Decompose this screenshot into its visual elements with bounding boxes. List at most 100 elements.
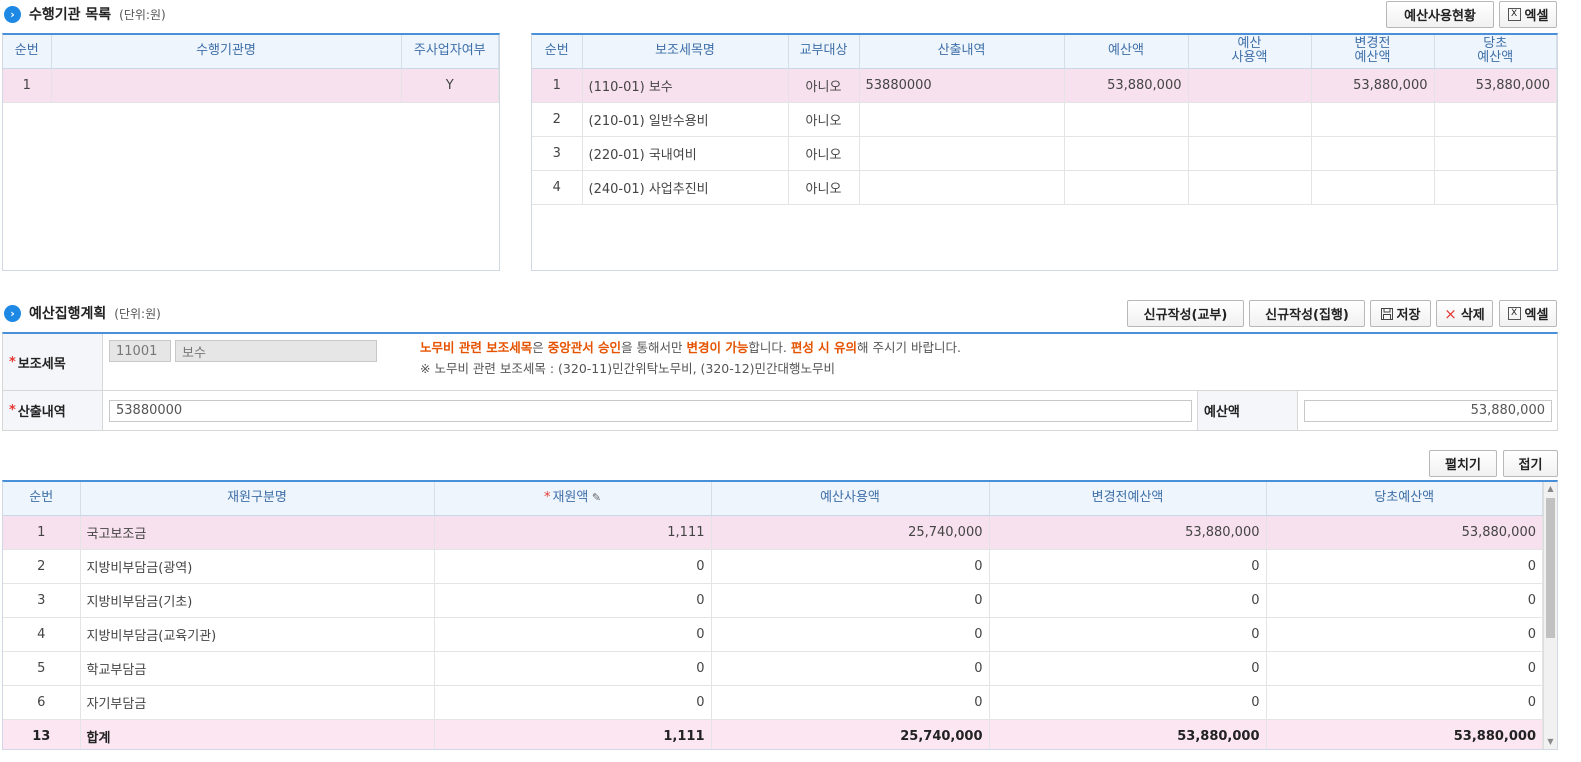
cell-budget-used[interactable]: 0 (711, 651, 990, 686)
col-header-org-name[interactable]: 수행기관명 (51, 35, 402, 69)
cell-orig-budget[interactable]: 53,880,000 (1266, 719, 1543, 749)
cell-budget-used[interactable]: 0 (711, 685, 990, 720)
cell-fund-amount[interactable]: 0 (434, 549, 712, 584)
col-header-orig-budget[interactable]: 당초예산액 (1266, 482, 1543, 516)
cell-fund-type[interactable]: 국고보조금 (80, 515, 435, 550)
cell-calc[interactable] (859, 170, 1065, 205)
cell-orig-budget[interactable]: 0 (1266, 685, 1543, 720)
col-header-orig[interactable]: 당초 예산액 (1434, 35, 1557, 69)
cell-no[interactable]: 4 (3, 617, 81, 652)
cell-main-contractor[interactable]: Y (401, 68, 499, 103)
scroll-down-icon[interactable]: ▼ (1544, 735, 1557, 749)
cell-no[interactable]: 1 (532, 68, 583, 103)
col-header-no[interactable]: 순번 (532, 35, 583, 69)
cell-calc[interactable] (859, 136, 1065, 171)
cell-fund-amount[interactable]: 1,111 (434, 515, 712, 550)
col-header-fund-amount[interactable]: * 재원액 ✎ (434, 482, 712, 516)
cell-before-budget[interactable]: 0 (989, 651, 1267, 686)
collapse-button[interactable]: 접기 (1503, 450, 1558, 477)
scroll-up-icon[interactable]: ▲ (1544, 482, 1557, 496)
col-header-used[interactable]: 예산 사용액 (1188, 35, 1312, 69)
cell-fund-amount[interactable]: 0 (434, 651, 712, 686)
cell-fund-amount[interactable]: 1,111 (434, 719, 712, 749)
cell-sub-item[interactable]: (210-01) 일반수용비 (582, 102, 789, 137)
cell-budget-used[interactable]: 25,740,000 (711, 719, 990, 749)
excel-button-mid[interactable]: X 엑셀 (1499, 300, 1557, 327)
cell-budget-used[interactable]: 25,740,000 (711, 515, 990, 550)
col-header-grant-target[interactable]: 교부대상 (788, 35, 860, 69)
cell-budget-used[interactable]: 0 (711, 617, 990, 652)
cell-budget[interactable]: 53,880,000 (1064, 68, 1189, 103)
col-header-main-contractor[interactable]: 주사업자여부 (401, 35, 499, 69)
total-row[interactable]: 13 합계 1,111 25,740,000 53,880,000 53,880… (3, 719, 1543, 749)
cell-orig-budget[interactable]: 0 (1266, 583, 1543, 618)
cell-before-budget[interactable]: 0 (989, 549, 1267, 584)
cell-fund-type[interactable]: 지방비부담금(기초) (80, 583, 435, 618)
cell-calc[interactable]: 53880000 (859, 68, 1065, 103)
cell-budget[interactable] (1064, 136, 1189, 171)
cell-before[interactable]: 53,880,000 (1311, 68, 1435, 103)
cell-fund-type[interactable]: 지방비부담금(광역) (80, 549, 435, 584)
cell-org-name[interactable] (51, 68, 402, 103)
cell-used[interactable] (1188, 102, 1312, 137)
sub-item-code-field[interactable]: 11001 (109, 340, 171, 362)
cell-orig[interactable] (1434, 102, 1557, 137)
col-header-budget[interactable]: 예산액 (1064, 35, 1189, 69)
cell-orig-budget[interactable]: 0 (1266, 617, 1543, 652)
cell-no[interactable]: 3 (532, 136, 583, 171)
cell-no[interactable]: 4 (532, 170, 583, 205)
col-header-no[interactable]: 순번 (3, 35, 52, 69)
cell-fund-type[interactable]: 학교부담금 (80, 651, 435, 686)
cell-before-budget[interactable]: 53,880,000 (989, 719, 1267, 749)
cell-fund-type[interactable]: 합계 (80, 719, 435, 749)
cell-grant-target[interactable]: 아니오 (788, 68, 860, 103)
cell-orig[interactable]: 53,880,000 (1434, 68, 1557, 103)
cell-budget-used[interactable]: 0 (711, 549, 990, 584)
budget-field[interactable]: 53,880,000 (1304, 399, 1552, 422)
table-row[interactable]: 6 자기부담금 0 0 0 0 (3, 685, 1543, 720)
cell-before-budget[interactable]: 0 (989, 617, 1267, 652)
cell-fund-type[interactable]: 지방비부담금(교육기관) (80, 617, 435, 652)
cell-used[interactable] (1188, 136, 1312, 171)
cell-budget[interactable] (1064, 102, 1189, 137)
save-button[interactable]: 저장 (1370, 300, 1431, 327)
cell-fund-amount[interactable]: 0 (434, 583, 712, 618)
cell-no[interactable]: 1 (3, 68, 52, 103)
cell-grant-target[interactable]: 아니오 (788, 136, 860, 171)
cell-calc[interactable] (859, 102, 1065, 137)
new-grant-button[interactable]: 신규작성(교부) (1127, 300, 1244, 327)
cell-budget-used[interactable]: 0 (711, 583, 990, 618)
table-row[interactable]: 3 (220-01) 국내여비 아니오 (532, 136, 1557, 171)
table-row[interactable]: 1 (110-01) 보수 아니오 53880000 53,880,000 53… (532, 68, 1557, 103)
delete-button[interactable]: × 삭제 (1436, 300, 1493, 327)
cell-fund-amount[interactable]: 0 (434, 617, 712, 652)
col-header-fund-type[interactable]: 재원구분명 (80, 482, 435, 516)
col-header-budget-used[interactable]: 예산사용액 (711, 482, 990, 516)
cell-before-budget[interactable]: 0 (989, 583, 1267, 618)
cell-sub-item[interactable]: (240-01) 사업추진비 (582, 170, 789, 205)
vertical-scrollbar[interactable]: ▲ ▼ (1543, 482, 1557, 749)
cell-no[interactable]: 6 (3, 685, 81, 720)
table-row[interactable]: 4 지방비부담금(교육기관) 0 0 0 0 (3, 617, 1543, 652)
cell-before-budget[interactable]: 0 (989, 685, 1267, 720)
table-row[interactable]: 3 지방비부담금(기초) 0 0 0 0 (3, 583, 1543, 618)
cell-before[interactable] (1311, 170, 1435, 205)
cell-orig-budget[interactable]: 0 (1266, 549, 1543, 584)
cell-fund-type[interactable]: 자기부담금 (80, 685, 435, 720)
calc-field[interactable]: 53880000 (109, 399, 1192, 422)
table-row[interactable]: 4 (240-01) 사업추진비 아니오 (532, 170, 1557, 205)
cell-no[interactable]: 3 (3, 583, 81, 618)
cell-no[interactable]: 1 (3, 515, 81, 550)
cell-no[interactable]: 5 (3, 651, 81, 686)
sub-item-name-field[interactable]: 보수 (175, 340, 377, 362)
cell-budget[interactable] (1064, 170, 1189, 205)
table-row[interactable]: 2 지방비부담금(광역) 0 0 0 0 (3, 549, 1543, 584)
cell-no[interactable]: 2 (3, 549, 81, 584)
new-exec-button[interactable]: 신규작성(집행) (1249, 300, 1365, 327)
cell-orig-budget[interactable]: 53,880,000 (1266, 515, 1543, 550)
table-row[interactable]: 5 학교부담금 0 0 0 0 (3, 651, 1543, 686)
table-row[interactable]: 2 (210-01) 일반수용비 아니오 (532, 102, 1557, 137)
budget-status-button[interactable]: 예산사용현황 (1386, 1, 1494, 28)
cell-sub-item[interactable]: (110-01) 보수 (582, 68, 789, 103)
excel-button-top[interactable]: X 엑셀 (1499, 1, 1557, 28)
